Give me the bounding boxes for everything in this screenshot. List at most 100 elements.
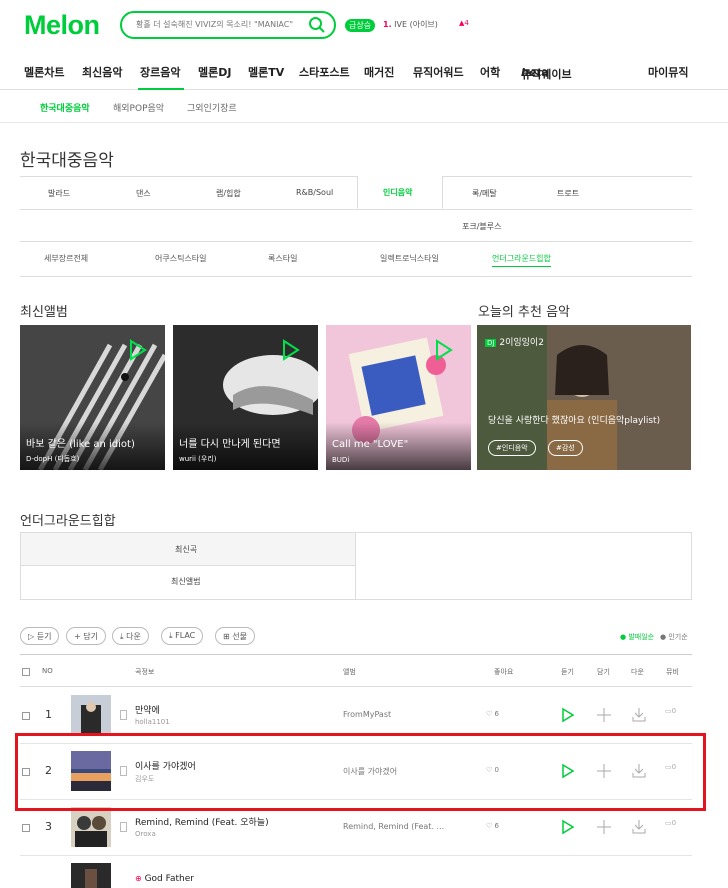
select-all-checkbox[interactable] bbox=[22, 668, 30, 676]
album-thumb[interactable] bbox=[71, 695, 111, 735]
nav-starpost[interactable]: 스타포스트 bbox=[299, 64, 350, 80]
album-name[interactable]: Remind, Remind (Feat. ... bbox=[343, 822, 444, 831]
genre-hiphop[interactable]: 랩/힙합 bbox=[216, 188, 241, 199]
search-icon[interactable] bbox=[308, 16, 326, 38]
subnav-pop[interactable]: 해외POP음악 bbox=[113, 101, 164, 114]
latest-albums-title: 최신앨범 bbox=[20, 305, 68, 320]
sort-release-label: ● 발매일순 bbox=[620, 633, 655, 641]
play-icon[interactable] bbox=[561, 819, 575, 835]
listen-button[interactable]: ▷ 듣기 bbox=[20, 627, 60, 645]
song-title[interactable]: Remind, Remind (Feat. 오하늘) bbox=[135, 815, 269, 828]
subgenre-rock[interactable]: 록스타일 bbox=[268, 253, 297, 264]
download-button[interactable]: ⤓ 다운 bbox=[112, 627, 149, 645]
recommend-playlist-title: 당신을 사랑한다 했잖아요 (인디음악playlist) bbox=[488, 416, 661, 426]
song-title[interactable]: 만약에 bbox=[135, 703, 160, 716]
subgenre-underground[interactable]: 언더그라운드힙합 bbox=[492, 253, 551, 267]
sort-popular[interactable]: ● 인기순 bbox=[660, 632, 688, 642]
album-artist: wurii (우리) bbox=[179, 455, 217, 463]
nav-tv[interactable]: 멜론TV bbox=[248, 64, 284, 80]
like-button[interactable]: ♡ 6 bbox=[486, 822, 499, 830]
genre-indie-tab[interactable]: 인디음악 bbox=[357, 176, 443, 209]
mv-icon[interactable]: ▭0 bbox=[665, 707, 676, 715]
title-song-icon: ⊕ bbox=[135, 874, 142, 883]
genre-rnb[interactable]: R&B/Soul bbox=[296, 188, 333, 197]
album-name[interactable]: FromMyPast bbox=[343, 710, 391, 719]
search-bar[interactable]: 황홀 더 설숙해진 VIVIZ의 목소리! "MANIAC" bbox=[120, 11, 336, 39]
row-checkbox[interactable] bbox=[22, 712, 30, 720]
download-icon[interactable] bbox=[632, 819, 646, 835]
add-icon[interactable] bbox=[597, 707, 611, 723]
subgenre-acoustic[interactable]: 어쿠스틱스타일 bbox=[155, 253, 207, 264]
sort-release[interactable]: ● 발매일순 bbox=[620, 632, 654, 642]
mv-icon[interactable]: ▭0 bbox=[665, 819, 676, 827]
play-icon[interactable] bbox=[561, 707, 575, 723]
nav-magazine[interactable]: 매거진 bbox=[364, 64, 394, 80]
nav-mymusic[interactable]: 마이뮤직 bbox=[648, 64, 688, 80]
like-button[interactable]: ♡ 6 bbox=[486, 710, 499, 718]
album-title: Call me "LOVE" bbox=[332, 439, 409, 450]
highlight-box bbox=[15, 733, 706, 811]
page-title: 한국대중음악 bbox=[20, 151, 114, 171]
tab-latest-songs[interactable]: 최신곡 bbox=[20, 532, 356, 566]
genre-dance[interactable]: 댄스 bbox=[136, 188, 151, 199]
play-icon[interactable] bbox=[435, 339, 453, 365]
song-title[interactable]: ⊕ God Father bbox=[135, 874, 194, 884]
add-button[interactable]: + 담기 bbox=[66, 627, 106, 645]
table-row[interactable]: ⊕ God Father bbox=[20, 856, 692, 888]
sort-release-text: 발매일순 bbox=[628, 633, 655, 641]
song-artist[interactable]: holla1101 bbox=[135, 718, 170, 726]
song-artist[interactable]: Oroxa bbox=[135, 830, 156, 838]
album-card[interactable]: 너를 다시 만나게 된다면 wurii (우리) bbox=[173, 325, 318, 470]
dj-icon: DJ bbox=[485, 339, 497, 347]
recommend-label: DJ 2이잉잉이2 bbox=[485, 335, 544, 348]
album-thumb[interactable] bbox=[71, 863, 111, 888]
subgenre-electronic[interactable]: 일렉트로닉스타일 bbox=[380, 253, 439, 264]
melon-logo[interactable]: Melon bbox=[24, 10, 100, 41]
nav-awards[interactable]: 뮤직어워드 bbox=[413, 64, 464, 80]
add-button-label: 담기 bbox=[83, 632, 98, 641]
gift-button[interactable]: ⊞ 선물 bbox=[215, 627, 255, 645]
song-info-icon[interactable] bbox=[120, 710, 127, 720]
genre-folk[interactable]: 포크/블루스 bbox=[462, 221, 502, 232]
header-no: NO bbox=[42, 667, 53, 675]
main-nav: 멜론차트 최신음악 장르음악 멜론DJ 멜론TV 스타포스트 매거진 뮤직어워드… bbox=[0, 62, 728, 90]
album-thumb[interactable] bbox=[71, 807, 111, 847]
subnav-other[interactable]: 그외인기장르 bbox=[187, 101, 237, 114]
album-artist: D-dopH (디돕흐) bbox=[26, 455, 80, 463]
genre-ballad[interactable]: 발라드 bbox=[48, 188, 70, 199]
row-checkbox[interactable] bbox=[22, 824, 30, 832]
song-info-icon[interactable] bbox=[120, 822, 127, 832]
add-icon[interactable] bbox=[597, 819, 611, 835]
play-icon[interactable] bbox=[282, 339, 300, 365]
tab-empty bbox=[356, 532, 692, 600]
nav-genre[interactable]: 장르음악 bbox=[140, 64, 180, 80]
nav-language[interactable]: 어학 bbox=[480, 64, 500, 80]
row-number: 3 bbox=[45, 820, 52, 833]
header-like: 좋아요 bbox=[494, 668, 514, 676]
flac-button[interactable]: ⤓ FLAC bbox=[161, 627, 204, 645]
header-song: 곡정보 bbox=[135, 668, 155, 676]
search-input[interactable]: 황홀 더 설숙해진 VIVIZ의 목소리! "MANIAC" bbox=[136, 19, 306, 30]
genre-trot[interactable]: 트로트 bbox=[557, 188, 579, 199]
tab-latest-albums[interactable]: 최신앨범 bbox=[20, 566, 356, 600]
recommend-title: 오늘의 추천 음악 bbox=[478, 305, 570, 320]
album-card[interactable]: 바보 같은 (like an idiot) D-dopH (디돕흐) bbox=[20, 325, 165, 470]
play-icon[interactable] bbox=[129, 339, 147, 365]
nav-chart[interactable]: 멜론차트 bbox=[24, 64, 64, 80]
tag-indie[interactable]: #인디음악 bbox=[488, 440, 536, 456]
mv-count: 0 bbox=[671, 819, 677, 827]
header-add: 담기 bbox=[597, 668, 610, 676]
underground-title: 언더그라운드힙합 bbox=[20, 514, 116, 529]
subgenre-all[interactable]: 세부장르전체 bbox=[44, 253, 88, 264]
tag-emotion[interactable]: #감성 bbox=[548, 440, 583, 456]
realtime-rank[interactable]: 1. IVE (아이브) bbox=[383, 19, 438, 30]
nav-dj[interactable]: 멜론DJ bbox=[198, 64, 231, 80]
nav-latest[interactable]: 최신음악 bbox=[82, 64, 122, 80]
song-title-text: God Father bbox=[144, 874, 194, 884]
subnav-kpop[interactable]: 한국대중음악 bbox=[40, 101, 90, 114]
download-icon[interactable] bbox=[632, 707, 646, 723]
recommend-card[interactable]: DJ 2이잉잉이2 당신을 사랑한다 했잖아요 (인디음악playlist) #… bbox=[477, 325, 691, 470]
rank-number: 1. bbox=[383, 20, 392, 29]
album-card[interactable]: Call me "LOVE" BUDi bbox=[326, 325, 471, 470]
genre-rock[interactable]: 록/메탈 bbox=[472, 188, 497, 199]
